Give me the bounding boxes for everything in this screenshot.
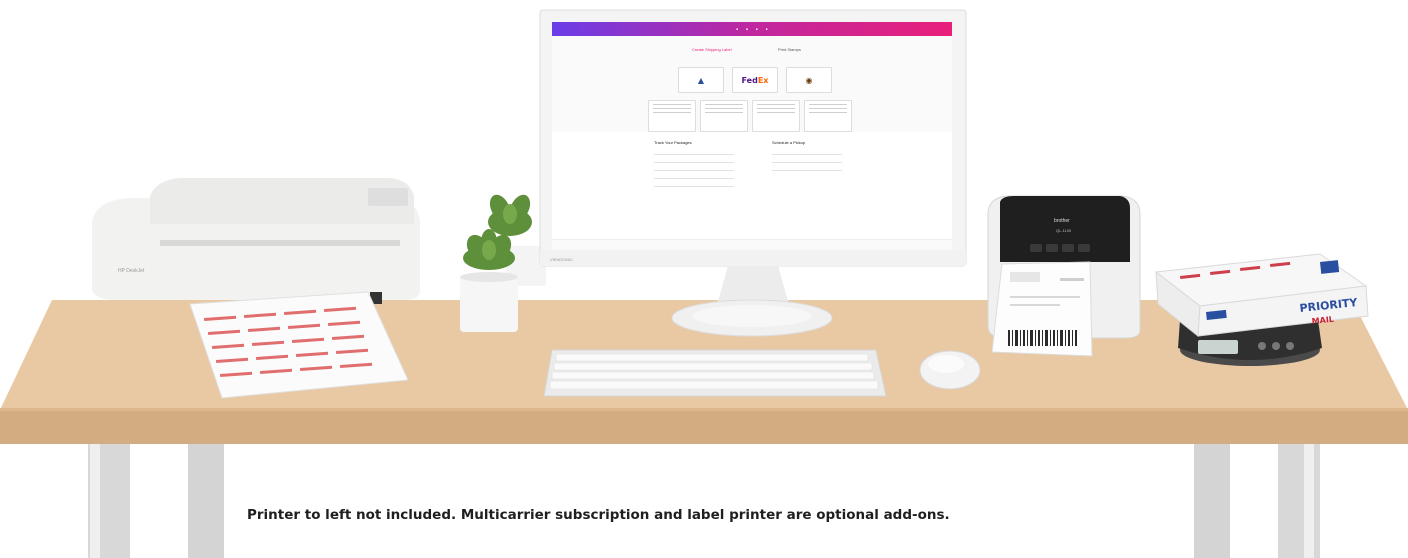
screen-lower-panel: Track Your Packages Schedule a Pickup	[552, 132, 952, 250]
schedule-pickup-title: Schedule a Pickup	[772, 140, 806, 145]
monitor-screen: ■ ■ ■ ■ Create Shipping Label Print Stamps …	[552, 22, 952, 250]
table-row	[654, 178, 734, 179]
track-packages-title: Track Your Packages	[654, 140, 692, 145]
shipment-card	[648, 100, 696, 132]
label-printer: brother QL-1100	[987, 195, 1141, 357]
table-row	[772, 162, 842, 163]
keyboard	[543, 349, 887, 397]
svg-text:brother: brother	[1054, 218, 1070, 224]
disclaimer-caption: Printer to left not included. Multicarri…	[247, 507, 950, 523]
usps-carrier-icon: ▲	[678, 67, 724, 93]
table-row	[654, 186, 734, 187]
mouse	[919, 350, 981, 390]
table-row	[772, 154, 842, 155]
screen-tab: Print Stamps	[778, 47, 801, 52]
desk-legs	[88, 440, 1320, 558]
shipment-card	[804, 100, 852, 132]
screen-footer	[552, 239, 952, 250]
table-row	[654, 162, 734, 163]
svg-text:VIEWSONIC: VIEWSONIC	[550, 257, 573, 262]
ups-carrier-icon: ◉	[786, 67, 832, 93]
table-row	[654, 154, 734, 155]
fedex-carrier-icon: Fed Ex	[732, 67, 778, 93]
shipment-card	[700, 100, 748, 132]
svg-text:HP DeskJet: HP DeskJet	[118, 268, 145, 274]
shipment-card	[752, 100, 800, 132]
screen-nav-bar: ■ ■ ■ ■	[552, 22, 952, 36]
table-row	[772, 170, 842, 171]
svg-text:QL-1100: QL-1100	[1056, 228, 1072, 233]
screen-heading: Create Shipping Label	[692, 47, 732, 52]
table-row	[654, 170, 734, 171]
